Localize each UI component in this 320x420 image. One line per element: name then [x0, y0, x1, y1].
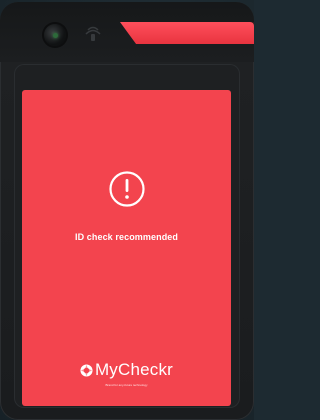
- brand-tagline: Brand for any-future technology: [105, 383, 148, 387]
- brand-logo-icon: [80, 363, 93, 377]
- brand-logo-lockup: MyCheckr: [22, 360, 231, 380]
- status-message: ID check recommended: [74, 232, 179, 242]
- display-screen[interactable]: ID check recommended MyCheckr Brand for …: [22, 90, 231, 406]
- status-led-bar: [120, 22, 254, 44]
- camera-indicator-light: [53, 33, 58, 38]
- background-scene: ID check recommended MyCheckr Brand for …: [0, 0, 254, 420]
- alert-circle-icon: [109, 171, 145, 207]
- sensor-icon: [85, 26, 101, 41]
- brand-name: MyCheckr: [94, 360, 174, 379]
